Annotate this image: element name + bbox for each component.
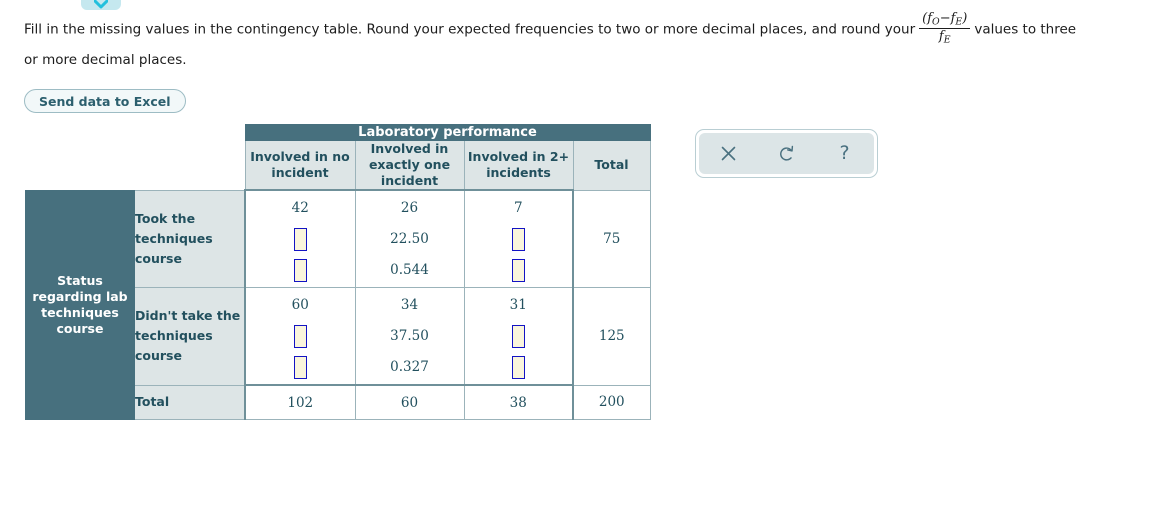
table-group-header-row: Laboratory performance: [25, 124, 651, 141]
contingency-table: Laboratory performance Involved in no in…: [25, 124, 651, 420]
cell-took-one-incident: 26 22.50 0.544: [354, 189, 465, 288]
question-mark-icon: ?: [840, 143, 850, 164]
spacer-rowlabel: [134, 140, 245, 190]
answer-tool-widget: ?: [695, 129, 878, 178]
expected-input[interactable]: [511, 227, 525, 251]
total-no-incident: 102: [244, 384, 356, 420]
instruction-text: Fill in the missing values in the contin…: [24, 12, 1164, 74]
close-icon: [721, 146, 735, 161]
fraction-denominator: fE: [919, 29, 970, 45]
total-two-plus: 38: [463, 384, 574, 420]
table-row: Status regarding lab techniques course T…: [25, 189, 651, 420]
col-header-total: Total: [572, 140, 651, 191]
cell-didnt-no-incident: 60: [244, 287, 356, 386]
expected-input[interactable]: [293, 324, 307, 348]
contribution-input[interactable]: [511, 258, 525, 282]
row-label-didnt-take-course: Didn't take the techniques course: [134, 287, 246, 386]
contingency-table-container: Laboratory performance Involved in no in…: [25, 124, 651, 420]
row-group-header: Status regarding lab techniques course: [25, 189, 135, 420]
row-total-didnt-take-course: 125: [572, 287, 651, 386]
grand-total: 200: [572, 384, 651, 420]
expected-value: 37.50: [390, 328, 429, 344]
observed-value: 7: [513, 200, 523, 216]
cell-took-two-plus: 7: [463, 189, 574, 288]
cell-didnt-one-incident: 34 37.50 0.327: [354, 287, 465, 386]
cell-didnt-two-plus: 31: [463, 287, 574, 386]
observed-value: 60: [291, 297, 309, 313]
f-denominator-subscript: E: [943, 35, 951, 47]
contribution-value: 0.544: [390, 262, 429, 278]
send-data-to-excel-button[interactable]: Send data to Excel: [24, 89, 186, 113]
instruction-part-1: Fill in the missing values in the contin…: [24, 21, 916, 38]
observed-value: 34: [400, 297, 419, 313]
svg-text:?: ?: [840, 143, 850, 164]
chevron-down-icon: [94, 0, 108, 9]
column-group-header: Laboratory performance: [244, 124, 651, 141]
contribution-value-slot: [511, 258, 525, 282]
contribution-value-slot: [293, 258, 307, 282]
f-observed-subscript: O: [932, 16, 940, 28]
collapse-pill[interactable]: [81, 0, 121, 10]
cell-took-no-incident: 42: [244, 189, 356, 288]
total-one-incident: 60: [354, 384, 465, 420]
expected-value-slot: [511, 324, 525, 348]
col-header-two-plus-incidents: Involved in 2+ incidents: [463, 140, 574, 191]
instruction-part-2: values to three: [974, 21, 1077, 38]
fraction-formula: (fO−fE) fE: [919, 12, 971, 46]
help-button[interactable]: ?: [828, 137, 862, 171]
minus-sign: −: [939, 11, 951, 26]
contribution-input[interactable]: [293, 258, 307, 282]
row-total-took-course: 75: [572, 189, 651, 288]
fraction-numerator: (fO−fE): [919, 12, 970, 28]
corner-spacer-left: [25, 124, 135, 141]
spacer-left: [25, 140, 135, 190]
expected-value-slot: [293, 324, 307, 348]
expected-input[interactable]: [293, 227, 307, 251]
paren-close: ): [962, 11, 968, 26]
col-header-one-incident: Involved in exactly one incident: [354, 140, 465, 191]
contribution-value: 0.327: [390, 359, 429, 375]
instruction-part-3: or more decimal places.: [24, 51, 187, 68]
contribution-value-slot: [293, 355, 307, 379]
expected-value-slot: [511, 227, 525, 251]
col-header-no-incident: Involved in no incident: [244, 140, 356, 191]
observed-value: 31: [509, 297, 527, 313]
observed-value: 42: [291, 200, 309, 216]
undo-icon: [780, 145, 794, 161]
contribution-input[interactable]: [293, 355, 307, 379]
table-column-header-row: Involved in no incident Involved in exac…: [25, 140, 651, 191]
send-data-to-excel-label: Send data to Excel: [39, 93, 171, 109]
observed-value: 26: [400, 200, 419, 216]
undo-button[interactable]: [769, 137, 803, 171]
expected-input[interactable]: [511, 324, 525, 348]
expected-value-slot: [293, 227, 307, 251]
expected-value: 22.50: [390, 231, 429, 247]
contribution-input[interactable]: [511, 355, 525, 379]
row-label-took-course: Took the techniques course: [134, 189, 246, 288]
clear-button[interactable]: [711, 137, 745, 171]
corner-spacer-rowlabel: [134, 124, 245, 141]
row-label-total: Total: [134, 384, 246, 420]
contribution-value-slot: [511, 355, 525, 379]
